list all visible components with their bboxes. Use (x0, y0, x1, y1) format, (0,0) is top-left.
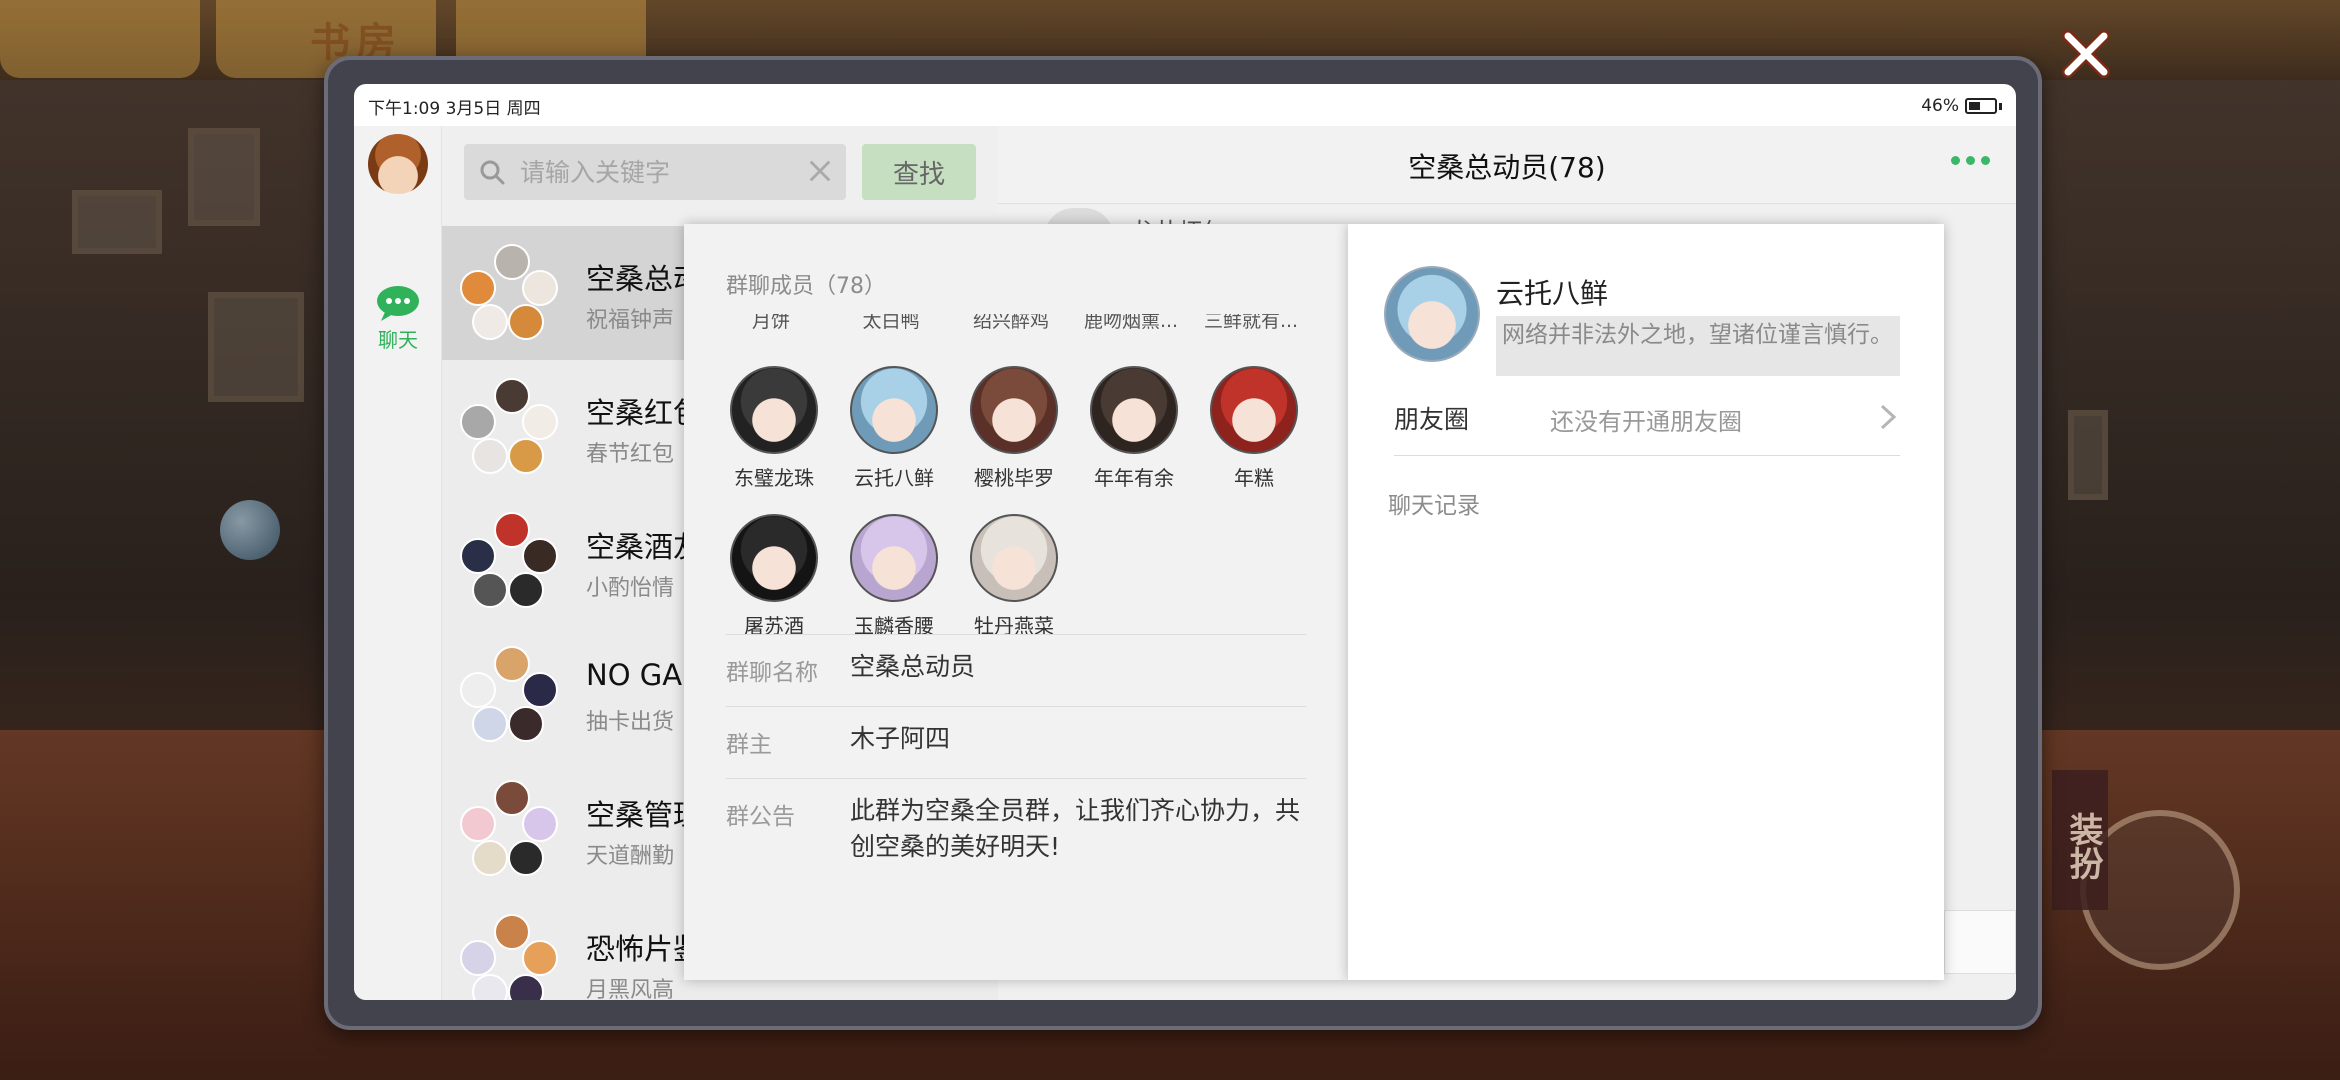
chat-history-label[interactable]: 聊天记录 (1388, 486, 1480, 520)
member-avatar (970, 366, 1058, 454)
group-avatar (460, 914, 562, 1000)
group-owner-label: 群主 (726, 732, 772, 758)
group-avatar (460, 378, 562, 478)
close-icon (2062, 30, 2110, 78)
battery-icon (1965, 98, 1997, 114)
member-name: 年年有余 (1094, 466, 1174, 490)
group-info-panel: 群聊成员（78） 月饼 太白鸭 绍兴醉鸡 鹿吻烟熏... 三鲜就有... 东璧龙… (684, 224, 1348, 980)
conversation-header: 空桑总动员(78) (998, 126, 2016, 204)
profile-signature: 网络并非法外之地，望诸位谨言慎行。 (1496, 316, 1900, 376)
member-avatar (730, 366, 818, 454)
group-name-value: 空桑总动员 (850, 652, 976, 681)
wall-frame (208, 292, 304, 402)
time-text: 下午1:09 (368, 99, 441, 119)
close-button[interactable] (2054, 22, 2118, 86)
member-profile-card: 云托八鲜 网络并非法外之地，望诸位谨言慎行。 朋友圈 还没有开通朋友圈 聊天记录 (1348, 224, 1944, 980)
member-avatar (1210, 366, 1298, 454)
member-name: 三鲜就有... (1203, 314, 1299, 332)
member-name: 云托八鲜 (854, 466, 934, 490)
member-name: 月饼 (751, 314, 790, 332)
battery-status: 46% (1921, 96, 2002, 116)
member-name: 太白鸭 (862, 314, 920, 332)
member-item[interactable]: 玉麟香腰 (839, 514, 949, 639)
status-bar: 下午1:09 3月5日 周四 46% (354, 84, 2016, 126)
member-name: 鹿吻烟熏... (1083, 314, 1179, 332)
member-name: 绍兴醉鸡 (972, 314, 1049, 332)
group-owner-row[interactable]: 群主 木子阿四 (726, 706, 1306, 778)
status-time: 下午1:09 3月5日 周四 (368, 94, 541, 119)
globe-decoration (220, 500, 280, 560)
member-item[interactable]: 年糕 (1199, 366, 1309, 491)
wall-frame (72, 190, 162, 254)
chat-preview: 天道酬勤 (586, 844, 675, 869)
search-input[interactable] (520, 157, 790, 187)
search-row: 查找 (442, 126, 998, 226)
user-avatar[interactable] (368, 134, 428, 194)
profile-avatar[interactable] (1384, 266, 1480, 362)
group-avatar (460, 244, 562, 344)
battery-percent: 46% (1921, 96, 1959, 116)
conversation-title: 空桑总动员(78) (1408, 151, 1606, 184)
wall-frame (188, 128, 260, 226)
member-item[interactable]: 东璧龙珠 (719, 366, 829, 491)
group-owner-value: 木子阿四 (850, 724, 951, 753)
moments-label: 朋友圈 (1394, 405, 1470, 434)
search-button[interactable]: 查找 (862, 144, 976, 200)
search-box[interactable] (464, 144, 846, 200)
member-item[interactable]: 云托八鲜 (839, 366, 949, 491)
member-avatar (970, 514, 1058, 602)
member-avatar (730, 514, 818, 602)
members-row-partial: 月饼 太白鸭 绍兴醉鸡 鹿吻烟熏... 三鲜就有... (714, 314, 1314, 336)
nav-chat-label: 聊天 (378, 328, 418, 352)
nav-rail: 聊天 (354, 126, 442, 1000)
chat-bubble-icon (377, 286, 419, 321)
chat-preview: 祝福钟声 (586, 308, 675, 333)
chat-preview: 抽卡出货 (586, 710, 675, 735)
members-title: 群聊成员（78） (726, 274, 886, 299)
chevron-right-icon (1880, 404, 1897, 430)
group-avatar (460, 780, 562, 880)
group-notice-row[interactable]: 群公告 此群为空桑全员群，让我们齐心协力，共创空桑的美好明天! (726, 778, 1306, 878)
group-avatar (460, 646, 562, 746)
dress-up-label: 装扮 (2052, 770, 2108, 910)
member-item[interactable]: 牡丹燕菜 (959, 514, 1069, 639)
chat-preview: 小酌怡情 (586, 576, 675, 601)
member-avatar (1090, 366, 1178, 454)
chat-preview: 春节红包 (586, 442, 675, 467)
group-notice-value: 此群为空桑全员群，让我们齐心协力，共创空桑的美好明天! (850, 796, 1301, 861)
nav-chat-tab[interactable]: 聊天 (368, 284, 428, 353)
member-item[interactable]: 屠苏酒 (719, 514, 829, 639)
member-avatar (850, 366, 938, 454)
chat-preview: 月黑风高 (586, 978, 675, 1000)
member-item[interactable]: 樱桃毕罗 (959, 366, 1069, 491)
group-name-row[interactable]: 群聊名称 空桑总动员 (726, 634, 1306, 706)
date-text: 3月5日 (445, 99, 502, 119)
member-name: 东璧龙珠 (734, 466, 814, 490)
member-item[interactable]: 年年有余 (1079, 366, 1189, 491)
more-icon[interactable] (1951, 156, 1990, 165)
clear-icon[interactable] (806, 157, 834, 185)
member-avatar (850, 514, 938, 602)
member-name: 樱桃毕罗 (974, 466, 1054, 490)
wall-frame (2068, 410, 2108, 500)
game-back-tab[interactable] (0, 0, 200, 78)
weekday-text: 周四 (506, 99, 541, 119)
message-input[interactable] (1944, 910, 2016, 974)
group-avatar (460, 512, 562, 612)
member-name: 年糕 (1234, 466, 1274, 490)
search-icon (480, 160, 505, 185)
moments-row[interactable]: 朋友圈 还没有开通朋友圈 (1394, 392, 1900, 456)
moments-value: 还没有开通朋友圈 (1550, 408, 1742, 436)
group-notice-label: 群公告 (726, 804, 795, 830)
profile-name: 云托八鲜 (1496, 277, 1609, 310)
group-name-label: 群聊名称 (726, 660, 818, 686)
